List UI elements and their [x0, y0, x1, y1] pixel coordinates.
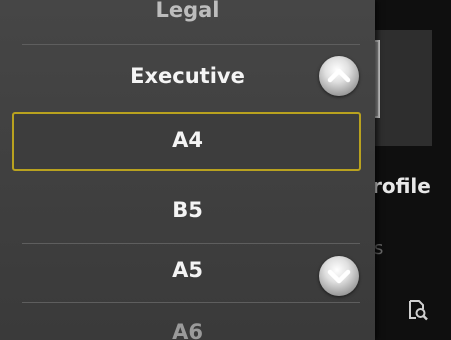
list-item-b5[interactable]: B5 — [0, 198, 375, 222]
list-item-a6[interactable]: A6 — [0, 320, 375, 340]
list-item-label: Legal — [155, 0, 220, 22]
printer-screen: rofile s Legal Executive A4 B5 A5 A6 — [0, 0, 451, 340]
divider — [22, 302, 360, 303]
scroll-down-button[interactable] — [319, 256, 359, 296]
preview-search-icon[interactable] — [407, 299, 429, 321]
list-item-label: A5 — [172, 258, 203, 282]
list-item-label: A4 — [172, 128, 203, 152]
list-item-label: Executive — [130, 64, 245, 88]
background-faded-label: s — [374, 238, 384, 259]
list-item-label: B5 — [172, 198, 203, 222]
chevron-down-icon — [327, 269, 351, 284]
list-item-legal[interactable]: Legal — [0, 0, 375, 22]
background-profile-label: rofile — [372, 174, 431, 198]
list-item-label: A6 — [172, 320, 203, 340]
divider — [22, 243, 360, 244]
list-item-a4[interactable]: A4 — [0, 128, 375, 152]
scroll-up-button[interactable] — [319, 56, 359, 96]
divider — [22, 44, 360, 45]
paper-size-list[interactable]: Legal Executive A4 B5 A5 A6 — [0, 0, 375, 340]
chevron-up-icon — [327, 68, 351, 83]
